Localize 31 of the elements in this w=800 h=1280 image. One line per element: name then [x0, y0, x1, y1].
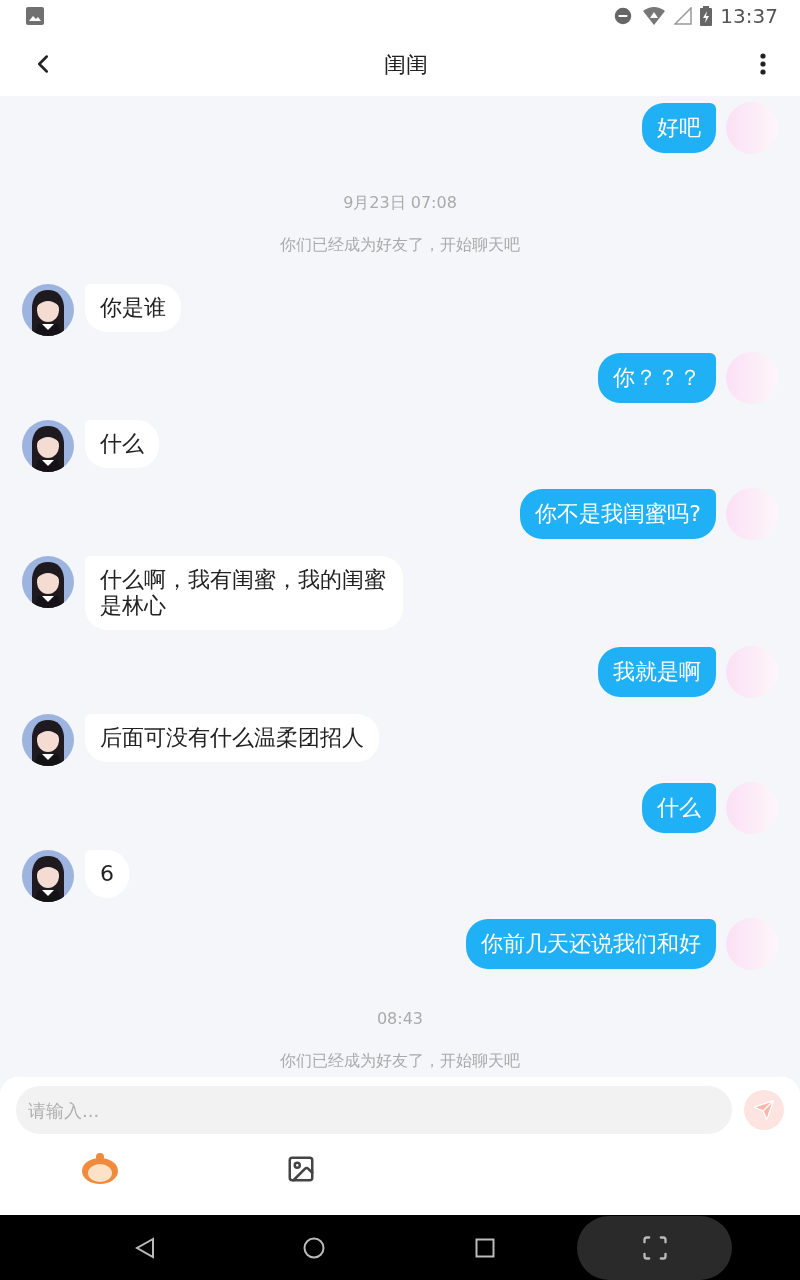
do-not-disturb-icon: [612, 5, 635, 27]
system-notice: 你们已经成为好友了，开始聊天吧: [280, 236, 520, 254]
recents-nav-icon[interactable]: [475, 1237, 495, 1258]
chat-title: 闺闺: [384, 50, 428, 79]
back-nav-icon[interactable]: [135, 1236, 155, 1259]
home-nav-icon[interactable]: [303, 1236, 325, 1259]
timestamp: 08:43: [376, 1010, 424, 1028]
image-icon: [26, 7, 44, 25]
battery-icon: [700, 6, 713, 26]
image-button[interactable]: [286, 1154, 316, 1184]
message-bubble: 你？？？: [598, 353, 716, 403]
image-icon: [286, 1154, 316, 1184]
more-icon: [760, 53, 766, 75]
timestamp: 9月23日 07:08: [343, 194, 457, 212]
message-input[interactable]: 请输入...: [16, 1086, 732, 1134]
wifi-icon: [642, 6, 667, 26]
message-bubble: 什么: [642, 783, 716, 833]
message-bubble: 什么: [85, 420, 159, 468]
message-bubble: 你前几天还说我们和好: [466, 919, 716, 969]
clock-time: 13:37: [720, 3, 778, 30]
screenshot-icon: [640, 1234, 669, 1262]
system-notice: 你们已经成为好友了，开始聊天吧: [280, 1052, 520, 1070]
message-bubble: 后面可没有什么温柔团招人: [85, 714, 379, 762]
message-bubble: 6: [85, 850, 129, 898]
message-bubble: 你是谁: [85, 284, 181, 332]
message-bubble: 你不是我闺蜜吗?: [520, 489, 716, 539]
send-icon: [753, 1099, 775, 1121]
message-bubble: 好吧: [642, 103, 716, 153]
message-bubble: 什么啊，我有闺蜜，我的闺蜜是林心: [85, 556, 403, 630]
message-bubble: 我就是啊: [598, 647, 716, 697]
signal-icon: [674, 7, 693, 25]
